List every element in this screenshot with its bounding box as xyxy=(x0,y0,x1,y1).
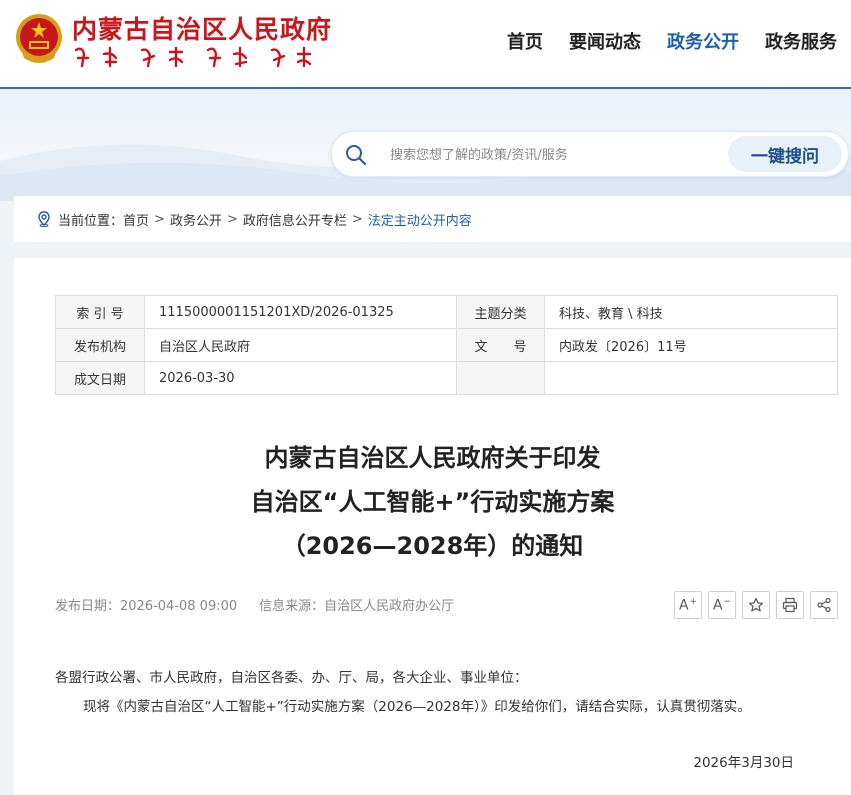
breadcrumb-separator: > xyxy=(226,211,238,227)
meta-value-doc-number: 内政发〔2026〕11号 xyxy=(544,328,838,362)
document-body: 现将《内蒙古自治区“人工智能+”行动实施方案（2026—2028年）》印发给你们… xyxy=(83,699,751,715)
meta-label-written-date: 成文日期 xyxy=(55,361,145,395)
share-button[interactable] xyxy=(810,591,838,619)
search-icon[interactable] xyxy=(344,143,368,167)
national-emblem-icon[interactable] xyxy=(14,12,64,66)
breadcrumb-item-open-government[interactable]: 政务公开 xyxy=(170,210,222,229)
meta-label-publisher: 发布机构 xyxy=(55,328,145,362)
print-icon xyxy=(782,597,798,613)
document-title-line: （2026—2028年）的通知 xyxy=(281,532,584,560)
font-decrease-button[interactable]: A− xyxy=(708,591,736,619)
font-increase-icon: A+ xyxy=(678,596,698,614)
location-icon xyxy=(38,211,50,227)
table-row: 成文日期 2026-03-30 xyxy=(55,361,838,395)
breadcrumb: 当前位置： 首页 > 政务公开 > 政府信息公开专栏 > 法定主动公开内容 xyxy=(14,196,851,242)
site-header: 内蒙古自治区人民政府 首页 要闻动态 政务公开 政务服务 xyxy=(0,0,851,89)
document-title-line: 内蒙古自治区人民政府关于印发 xyxy=(264,444,601,472)
document-title-line: 自治区“人工智能+”行动实施方案 xyxy=(250,488,615,516)
document-info-bar: 发布日期：2026-04-08 09:00 信息来源：自治区人民政府办公厅 xyxy=(55,595,454,614)
breadcrumb-separator: > xyxy=(154,211,165,227)
document-salutation: 各盟行政公署、市人民政府，自治区各委、办、厅、局，各大企业、事业单位： xyxy=(55,670,528,686)
breadcrumb-item-home[interactable]: 首页 xyxy=(123,210,149,229)
print-button[interactable] xyxy=(776,591,804,619)
star-icon xyxy=(748,597,764,612)
meta-label-doc-number: 文 号 xyxy=(456,328,545,362)
font-increase-button[interactable]: A+ xyxy=(674,591,702,619)
search-button[interactable]: 一键搜问 xyxy=(728,136,842,172)
meta-value-written-date: 2026-03-30 xyxy=(144,361,457,395)
site-title[interactable]: 内蒙古自治区人民政府 xyxy=(72,10,332,46)
article-tools: A+ A− xyxy=(674,591,838,619)
document-date: 2026年3月30日 xyxy=(693,755,794,771)
nav-item-open-government[interactable]: 政务公开 xyxy=(667,28,739,54)
mongolian-script-logo xyxy=(74,46,312,68)
breadcrumb-prefix: 当前位置： xyxy=(58,213,124,229)
nav-item-news[interactable]: 要闻动态 xyxy=(569,28,641,54)
meta-value-category: 科技、教育 \ 科技 xyxy=(544,295,838,329)
main-nav: 首页 要闻动态 政务公开 政务服务 xyxy=(481,28,837,54)
breadcrumb-separator: > xyxy=(351,211,363,227)
meta-value-publisher: 自治区人民政府 xyxy=(144,328,457,362)
breadcrumb-item-info-column[interactable]: 政府信息公开专栏 xyxy=(243,210,347,229)
meta-value-empty xyxy=(544,361,838,395)
favorite-button[interactable] xyxy=(742,591,770,619)
nav-item-services[interactable]: 政务服务 xyxy=(765,28,837,54)
breadcrumb-item-current[interactable]: 法定主动公开内容 xyxy=(368,210,472,229)
document-meta-table: 索 引 号 1115000001151201XD/2026-01325 主题分类… xyxy=(55,295,838,395)
publish-date: 发布日期：2026-04-08 09:00 xyxy=(55,599,238,614)
meta-label-empty xyxy=(456,361,545,395)
info-source: 信息来源：自治区人民政府办公厅 xyxy=(259,599,455,614)
nav-item-home[interactable]: 首页 xyxy=(507,28,543,54)
font-decrease-icon: A− xyxy=(712,596,732,614)
article-content: 索 引 号 1115000001151201XD/2026-01325 主题分类… xyxy=(14,258,851,795)
meta-value-index: 1115000001151201XD/2026-01325 xyxy=(144,295,457,329)
document-title: 内蒙古自治区人民政府关于印发 自治区“人工智能+”行动实施方案 （2026—20… xyxy=(14,436,851,568)
share-icon xyxy=(817,597,831,613)
search-input[interactable] xyxy=(390,144,720,166)
search-box: 一键搜问 xyxy=(331,131,849,177)
meta-label-category: 主题分类 xyxy=(456,295,545,329)
table-row: 索 引 号 1115000001151201XD/2026-01325 主题分类… xyxy=(55,295,838,329)
table-row: 发布机构 自治区人民政府 文 号 内政发〔2026〕11号 xyxy=(55,328,838,362)
meta-label-index: 索 引 号 xyxy=(55,295,145,329)
